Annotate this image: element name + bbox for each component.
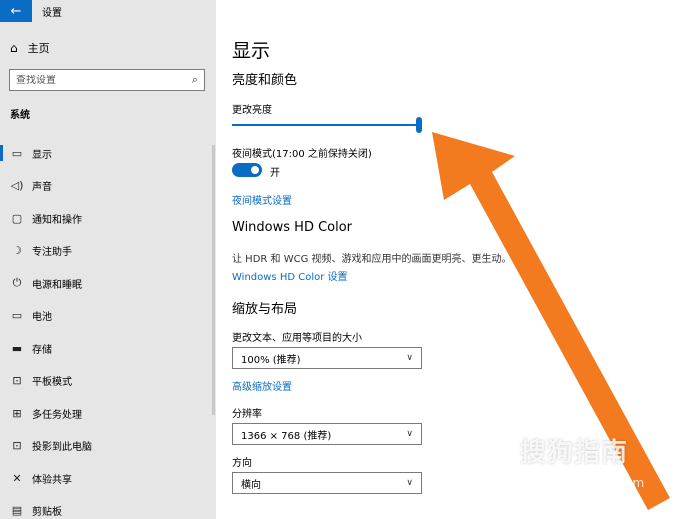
hd-color-description: 让 HDR 和 WCG 视频、游戏和应用中的画面更明亮、更生动。 <box>232 254 512 265</box>
battery-icon: ▭ <box>11 309 23 323</box>
chevron-down-icon: ∨ <box>406 429 413 439</box>
monitor-icon: ▭ <box>11 146 23 160</box>
sidebar-item-projecting[interactable]: ⊡ 投影到此电脑 <box>0 430 216 463</box>
sidebar-item-label: 平板模式 <box>32 377 72 389</box>
night-mode-label: 夜间模式(17:00 之前保持关闭) <box>232 149 372 160</box>
scale-dropdown-value: 100% (推荐) <box>241 354 301 366</box>
hd-color-settings-link[interactable]: Windows HD Color 设置 <box>232 268 348 283</box>
sidebar-item-storage[interactable]: ▬ 存储 <box>0 332 216 365</box>
chevron-down-icon: ∨ <box>406 478 413 488</box>
resolution-dropdown-value: 1366 × 768 (推荐) <box>241 430 332 442</box>
clipboard-icon: ▤ <box>11 504 23 518</box>
sidebar-item-label: 投影到此电脑 <box>32 442 92 454</box>
chevron-down-icon: ∨ <box>406 353 413 363</box>
sidebar-scrollbar[interactable] <box>212 145 215 415</box>
toggle-knob <box>251 166 259 174</box>
orientation-dropdown[interactable]: 横向 ∨ <box>232 472 422 494</box>
brightness-label: 更改亮度 <box>232 105 272 116</box>
speaker-icon: ◁) <box>10 179 24 193</box>
sidebar-item-label: 声音 <box>32 182 52 194</box>
orientation-label: 方向 <box>232 458 252 469</box>
sidebar-item-display[interactable]: ▭ 显示 <box>0 137 216 170</box>
scale-label: 更改文本、应用等项目的大小 <box>232 333 362 344</box>
sidebar-item-label: 通知和操作 <box>32 214 82 226</box>
section-label-system: 系统 <box>10 110 30 121</box>
watermark-text: 搜狗指南 <box>520 438 629 468</box>
resolution-dropdown[interactable]: 1366 × 768 (推荐) ∨ <box>232 423 422 445</box>
brightness-heading: 亮度和颜色 <box>232 73 298 88</box>
advanced-scaling-link[interactable]: 高级缩放设置 <box>232 378 292 393</box>
title-bar: ← 设置 <box>0 0 216 22</box>
orientation-dropdown-value: 横向 <box>241 479 261 491</box>
brightness-slider-thumb[interactable] <box>416 117 422 133</box>
search-input[interactable] <box>16 74 192 86</box>
sidebar-item-multitasking[interactable]: ⊞ 多任务处理 <box>0 397 216 430</box>
sidebar-item-label: 专注助手 <box>32 247 72 259</box>
sidebar-item-label: 电池 <box>32 312 52 324</box>
sidebar-item-label: 体验共享 <box>32 474 72 486</box>
sidebar-item-home[interactable]: ⌂ 主页 <box>10 40 50 56</box>
sidebar-item-focus-assist[interactable]: ☽ 专注助手 <box>0 235 216 268</box>
storage-icon: ▬ <box>11 341 23 355</box>
sidebar-item-power-sleep[interactable]: ⏻ 电源和睡眠 <box>0 267 216 300</box>
back-arrow-icon: ← <box>10 3 22 19</box>
sidebar-item-label: 电源和睡眠 <box>32 279 82 291</box>
night-mode-toggle-state: 开 <box>270 168 280 179</box>
share-icon: ✕ <box>12 471 22 485</box>
search-box[interactable]: ⌕ <box>9 69 205 91</box>
power-icon: ⏻ <box>12 276 22 290</box>
sidebar-item-sound[interactable]: ◁) 声音 <box>0 170 216 203</box>
sidebar-item-label: 显示 <box>32 149 52 161</box>
moon-icon: ☽ <box>12 244 22 258</box>
scale-dropdown[interactable]: 100% (推荐) ∨ <box>232 347 422 369</box>
window-title: 设置 <box>42 8 62 19</box>
sidebar-item-notifications[interactable]: ▢ 通知和操作 <box>0 202 216 235</box>
scale-layout-heading: 缩放与布局 <box>232 302 298 317</box>
multitasking-icon: ⊞ <box>12 406 22 420</box>
sidebar-nav: ▭ 显示 ◁) 声音 ▢ 通知和操作 ☽ 专注助手 ⏻ 电源和睡眠 ▭ 电池 ▬… <box>0 137 216 519</box>
resolution-label: 分辨率 <box>232 409 262 420</box>
night-mode-toggle[interactable] <box>232 163 262 177</box>
tablet-icon: ⊡ <box>12 374 22 388</box>
sidebar-item-label: 存储 <box>32 344 52 356</box>
hd-color-heading: Windows HD Color <box>232 220 353 235</box>
home-label: 主页 <box>27 42 50 55</box>
page-title: 显示 <box>232 40 271 62</box>
notification-icon: ▢ <box>11 211 23 225</box>
sidebar-item-clipboard[interactable]: ▤ 剪贴板 <box>0 495 216 519</box>
night-mode-settings-link[interactable]: 夜间模式设置 <box>232 192 292 207</box>
sidebar-item-battery[interactable]: ▭ 电池 <box>0 300 216 333</box>
watermark-url: zhinan.sogou.com <box>520 476 646 490</box>
brightness-slider[interactable] <box>232 117 422 133</box>
search-icon: ⌕ <box>191 73 198 86</box>
sidebar-item-shared-experiences[interactable]: ✕ 体验共享 <box>0 462 216 495</box>
sidebar: ← 设置 ⌂ 主页 ⌕ 系统 ▭ 显示 ◁) 声音 ▢ 通知和操作 ☽ 专注助手… <box>0 0 216 519</box>
sidebar-item-label: 剪贴板 <box>32 507 62 519</box>
home-icon: ⌂ <box>10 41 18 55</box>
sidebar-item-tablet-mode[interactable]: ⊡ 平板模式 <box>0 365 216 398</box>
back-button[interactable]: ← <box>0 0 32 22</box>
sidebar-item-label: 多任务处理 <box>32 409 82 421</box>
projector-icon: ⊡ <box>12 439 22 453</box>
brightness-slider-track <box>232 124 418 126</box>
